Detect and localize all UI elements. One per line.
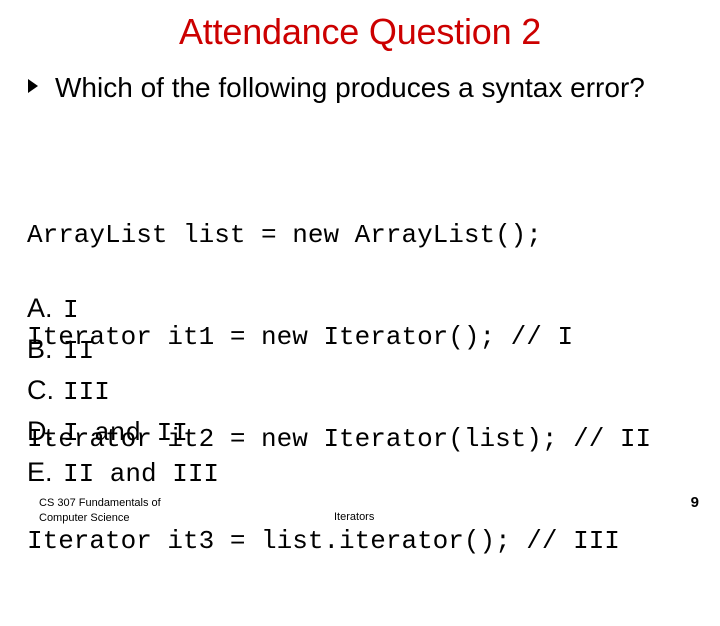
question-bullet-row: Which of the following produces a syntax… [28,70,688,105]
triangle-right-bullet-icon [28,79,38,93]
answer-option-c[interactable]: C. III [27,374,687,415]
answer-option-a[interactable]: A. I [27,292,687,333]
footer-topic: Iterators [334,511,375,523]
footer-course-name: CS 307 Fundamentals of Computer Science [39,496,269,525]
answer-option-value: III [63,377,110,407]
slide-canvas: Attendance Question 2 Which of the follo… [0,0,720,556]
answer-option-value: I and II [63,418,188,448]
page-title: Attendance Question 2 [178,11,542,52]
answer-option-label: A. [27,293,53,323]
answer-option-d[interactable]: D. I and II [27,415,687,456]
answer-option-value: II [63,336,95,366]
answer-option-label: B. [27,334,53,364]
answer-option-b[interactable]: B. II [27,333,687,374]
footer-course-line-1: CS 307 Fundamentals of [39,497,161,509]
footer-course-line-2: Computer Science [39,511,130,524]
answer-option-e[interactable]: E. II and III [27,456,687,497]
slide-footer: CS 307 Fundamentals of Computer Science … [0,494,720,540]
question-block: Which of the following produces a syntax… [28,70,688,105]
code-line: ArrayList list = new ArrayList(); [27,220,542,250]
answer-option-label: D. [27,416,54,446]
answer-option-label: E. [27,457,53,487]
answer-option-value: I [63,295,79,325]
question-text: Which of the following produces a syntax… [55,72,645,103]
answer-options-list: A. I B. II C. III D. I and II E. II and … [27,292,687,497]
answer-option-value: II and III [63,459,220,489]
answer-option-label: C. [27,375,54,405]
footer-page-number: 9 [690,494,699,511]
